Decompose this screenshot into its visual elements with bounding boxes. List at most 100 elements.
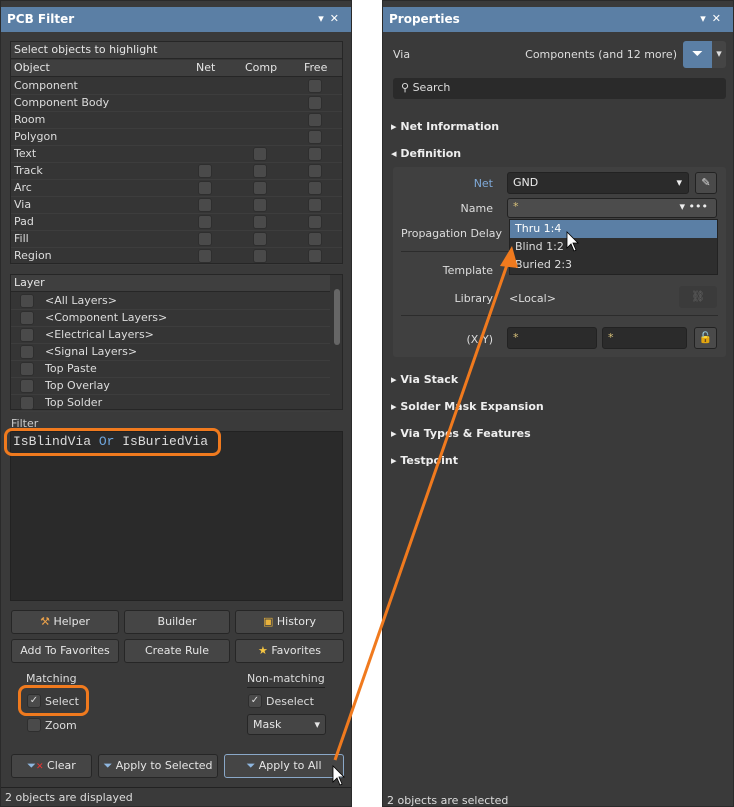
object-free-checkbox[interactable] bbox=[308, 215, 322, 229]
object-comp-checkbox[interactable] bbox=[253, 198, 267, 212]
query-editor[interactable]: IsBlindVia Or IsBuriedVia bbox=[10, 431, 343, 601]
section-net-information[interactable]: ▸ Net Information bbox=[391, 120, 499, 133]
name-dropdown[interactable]: * ▾ ••• bbox=[507, 198, 717, 218]
apply-to-selected-button[interactable]: ⏷ Apply to Selected bbox=[98, 754, 218, 778]
object-comp-checkbox[interactable] bbox=[253, 181, 267, 195]
object-net-checkbox[interactable] bbox=[198, 181, 212, 195]
layer-row[interactable]: <Component Layers> bbox=[11, 310, 330, 327]
object-free-checkbox[interactable] bbox=[308, 130, 322, 144]
object-net-checkbox[interactable] bbox=[198, 164, 212, 178]
layer-name: <Signal Layers> bbox=[45, 345, 138, 358]
section-via-types-features[interactable]: ▸ Via Types & Features bbox=[391, 427, 531, 440]
dropdown-option[interactable]: Blind 1:2 bbox=[510, 238, 717, 256]
helper-button[interactable]: ⚒ Helper bbox=[11, 610, 119, 634]
col-free: Free bbox=[304, 61, 328, 74]
search-icon: ⚲ bbox=[401, 81, 410, 94]
lock-icon[interactable]: 🔓 bbox=[694, 327, 717, 349]
layer-scrollbar[interactable] bbox=[334, 289, 340, 345]
object-row: Text bbox=[11, 146, 342, 163]
object-row: Component Body bbox=[11, 95, 342, 112]
star-icon: ★ bbox=[257, 644, 268, 657]
layer-checkbox[interactable] bbox=[20, 328, 34, 342]
object-net-checkbox[interactable] bbox=[198, 215, 212, 229]
object-free-checkbox[interactable] bbox=[308, 96, 322, 110]
object-name: Arc bbox=[14, 181, 32, 194]
object-comp-checkbox[interactable] bbox=[253, 164, 267, 178]
col-comp: Comp bbox=[245, 61, 278, 74]
clear-button[interactable]: ⏷✕ Clear bbox=[11, 754, 92, 778]
favorites-button[interactable]: ★ Favorites bbox=[235, 639, 344, 663]
col-object: Object bbox=[14, 61, 50, 74]
object-free-checkbox[interactable] bbox=[308, 164, 322, 178]
add-to-favorites-button[interactable]: Add To Favorites bbox=[11, 639, 119, 663]
object-comp-checkbox[interactable] bbox=[253, 232, 267, 246]
divider bbox=[401, 315, 718, 316]
object-free-checkbox[interactable] bbox=[308, 232, 322, 246]
object-free-checkbox[interactable] bbox=[308, 181, 322, 195]
name-label: Name bbox=[460, 202, 493, 215]
section-definition[interactable]: ◂ Definition bbox=[391, 147, 461, 160]
object-row: Room bbox=[11, 112, 342, 129]
history-button[interactable]: ▣ History bbox=[235, 610, 344, 634]
object-comp-checkbox[interactable] bbox=[253, 249, 267, 263]
deselect-checkbox[interactable]: ✓ bbox=[248, 694, 262, 708]
search-input[interactable]: ⚲ Search bbox=[393, 78, 726, 99]
layer-row[interactable]: Top Solder bbox=[11, 395, 330, 412]
net-dropdown[interactable]: GND ▾ bbox=[507, 172, 689, 194]
layer-row[interactable]: <Signal Layers> bbox=[11, 344, 330, 361]
layer-checkbox[interactable] bbox=[20, 379, 34, 393]
layer-row[interactable]: <Electrical Layers> bbox=[11, 327, 330, 344]
mask-dropdown[interactable]: Mask ▾ bbox=[247, 714, 326, 735]
object-name: Fill bbox=[14, 232, 29, 245]
object-net-checkbox[interactable] bbox=[198, 249, 212, 263]
panel-menu-close-icons[interactable]: ▾✕ bbox=[318, 12, 345, 25]
pick-net-button[interactable]: ✎ bbox=[695, 172, 717, 194]
dropdown-option[interactable]: Buried 2:3 bbox=[510, 256, 717, 274]
layer-checkbox[interactable] bbox=[20, 345, 34, 359]
panel-title: PCB Filter bbox=[7, 12, 75, 26]
col-net: Net bbox=[196, 61, 216, 74]
object-name: Text bbox=[14, 147, 37, 160]
object-row: Via bbox=[11, 197, 342, 214]
layer-checkbox[interactable] bbox=[20, 362, 34, 376]
layer-row[interactable]: Top Paste bbox=[11, 361, 330, 378]
object-free-checkbox[interactable] bbox=[308, 147, 322, 161]
layer-list: Layer <All Layers> <Component Layers> <Ele… bbox=[10, 274, 343, 412]
section-via-stack[interactable]: ▸ Via Stack bbox=[391, 373, 458, 386]
object-comp-checkbox[interactable] bbox=[253, 147, 267, 161]
zoom-checkbox[interactable] bbox=[27, 718, 41, 732]
layer-checkbox[interactable] bbox=[20, 294, 34, 308]
object-free-checkbox[interactable] bbox=[308, 79, 322, 93]
dropdown-option[interactable]: Thru 1:4 bbox=[510, 220, 717, 238]
layer-row[interactable]: Top Overlay bbox=[11, 378, 330, 395]
template-label: Template bbox=[442, 264, 493, 277]
object-free-checkbox[interactable] bbox=[308, 198, 322, 212]
panel-menu-close-icons[interactable]: ▾✕ bbox=[700, 12, 727, 25]
layer-checkbox[interactable] bbox=[20, 396, 34, 410]
object-free-checkbox[interactable] bbox=[308, 113, 322, 127]
query-highlight bbox=[4, 428, 221, 456]
filter-button[interactable]: ⏷ bbox=[683, 41, 712, 68]
object-comp-checkbox[interactable] bbox=[253, 215, 267, 229]
link-icon[interactable]: ⛓ bbox=[679, 286, 717, 308]
object-net-checkbox[interactable] bbox=[198, 198, 212, 212]
filter-dropdown-button[interactable]: ▾ bbox=[712, 41, 726, 68]
layer-checkbox[interactable] bbox=[20, 311, 34, 325]
object-row: Arc bbox=[11, 180, 342, 197]
y-input[interactable]: * bbox=[602, 327, 687, 349]
section-testpoint[interactable]: ▸ Testpoint bbox=[391, 454, 458, 467]
apply-to-all-button[interactable]: ⏷ Apply to All bbox=[224, 754, 344, 778]
section-solder-mask-expansion[interactable]: ▸ Solder Mask Expansion bbox=[391, 400, 544, 413]
x-input[interactable]: * bbox=[507, 327, 597, 349]
layer-row[interactable]: <All Layers> bbox=[11, 293, 330, 310]
filter-icon: ⏷ bbox=[103, 759, 113, 772]
object-name: Component Body bbox=[14, 96, 110, 109]
object-free-checkbox[interactable] bbox=[308, 249, 322, 263]
selection-filter-text: Components (and 12 more) bbox=[525, 48, 677, 61]
object-net-checkbox[interactable] bbox=[198, 232, 212, 246]
layer-name: Top Paste bbox=[45, 362, 97, 375]
create-rule-button[interactable]: Create Rule bbox=[124, 639, 230, 663]
object-row: Fill bbox=[11, 231, 342, 248]
objects-table: Select objects to highlight Object Net C… bbox=[10, 41, 343, 265]
builder-button[interactable]: Builder bbox=[124, 610, 230, 634]
